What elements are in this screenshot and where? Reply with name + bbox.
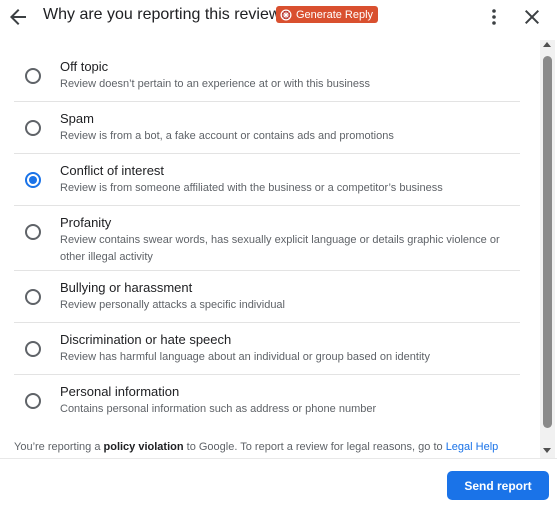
reason-title: Bullying or harassment <box>60 280 193 295</box>
reason-title: Discrimination or hate speech <box>60 332 232 347</box>
send-report-button[interactable]: Send report <box>447 471 549 500</box>
more-options-button[interactable] <box>482 5 506 29</box>
reason-description: Review personally attacks a specific ind… <box>60 299 285 311</box>
reason-title: Spam <box>60 111 94 126</box>
scroll-down-arrow-icon[interactable] <box>543 448 551 453</box>
reason-option-discrimination[interactable]: Discrimination or hate speech Review has… <box>14 323 520 375</box>
dialog-title: Why are you reporting this review? <box>43 6 290 23</box>
reason-option-conflict-of-interest[interactable]: Conflict of interest Review is from some… <box>14 154 520 206</box>
generate-reply-button[interactable]: Generate Reply <box>276 6 379 23</box>
policy-note: You’re reporting a policy violation to G… <box>14 441 498 453</box>
reason-option-profanity[interactable]: Profanity Review contains swear words, h… <box>14 206 520 271</box>
policy-note-bold: policy violation <box>103 441 184 453</box>
reason-description: Review has harmful language about an ind… <box>60 351 430 363</box>
reason-description: Review is from someone affiliated with t… <box>60 182 443 194</box>
dialog-header: Why are you reporting this review? Gener… <box>0 0 557 34</box>
reason-title: Conflict of interest <box>60 163 165 178</box>
reason-option-off-topic[interactable]: Off topic Review doesn’t pertain to an e… <box>14 50 520 102</box>
scroll-up-arrow-icon[interactable] <box>543 42 551 47</box>
reason-title: Off topic <box>60 59 109 74</box>
reason-description: Contains personal information such as ad… <box>60 403 377 415</box>
arrow-back-icon <box>10 9 26 25</box>
generate-reply-icon <box>280 9 292 20</box>
radio-bullying[interactable] <box>25 289 41 305</box>
reason-option-personal-information[interactable]: Personal information Contains personal i… <box>14 375 520 427</box>
reason-description: Review doesn’t pertain to an experience … <box>60 78 371 90</box>
reason-title: Profanity <box>60 215 112 230</box>
footer-divider <box>0 458 557 459</box>
reason-description: Review is from a bot, a fake account or … <box>60 130 394 142</box>
close-icon <box>525 10 539 24</box>
back-button[interactable] <box>6 5 30 29</box>
radio-spam[interactable] <box>25 120 41 136</box>
radio-profanity[interactable] <box>25 224 41 240</box>
reason-title: Personal information <box>60 384 180 399</box>
close-button[interactable] <box>520 5 544 29</box>
radio-off-topic[interactable] <box>25 68 41 84</box>
scrollbar-thumb[interactable] <box>543 56 552 428</box>
policy-note-suffix: to Google. To report a review for legal … <box>183 441 446 453</box>
policy-note-prefix: You’re reporting a <box>14 441 104 453</box>
scrollbar[interactable] <box>540 40 555 458</box>
generate-reply-label: Generate Reply <box>296 8 374 21</box>
report-reason-list: Off topic Review doesn’t pertain to an e… <box>0 50 540 430</box>
reason-option-bullying[interactable]: Bullying or harassment Review personally… <box>14 271 520 323</box>
radio-conflict-of-interest[interactable] <box>25 172 41 188</box>
reason-option-spam[interactable]: Spam Review is from a bot, a fake accoun… <box>14 102 520 154</box>
reason-description: Review contains swear words, has sexuall… <box>60 234 500 263</box>
more-vert-icon <box>492 9 496 25</box>
legal-help-link[interactable]: Legal Help <box>446 441 499 453</box>
radio-personal-information[interactable] <box>25 393 41 409</box>
radio-discrimination[interactable] <box>25 341 41 357</box>
